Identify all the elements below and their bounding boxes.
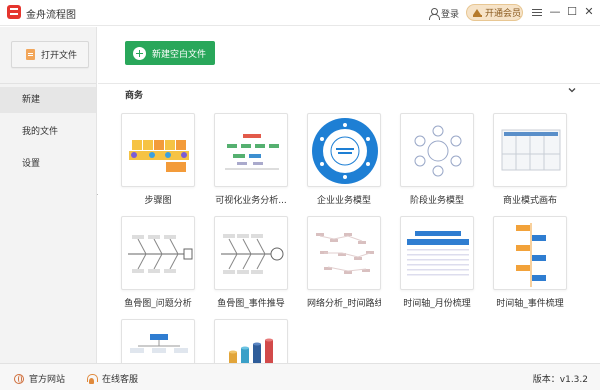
template-label: 步骤图 <box>144 196 172 206</box>
template-card[interactable]: 步骤图 <box>121 113 195 206</box>
main-content: 新建空白文件 商务 步骤图 可视化业务分析... 企业业务模型 阶段业务模型 商… <box>98 27 600 390</box>
online-service-label: 在线客服 <box>102 375 139 385</box>
sidebar-item-my-files[interactable]: 我的文件 <box>0 119 96 145</box>
vip-label: 开通会员 <box>485 9 522 19</box>
maximize-button[interactable]: ☐ <box>565 5 579 19</box>
business-analysis-thumbnail <box>214 113 288 187</box>
template-label: 企业业务模型 <box>316 196 371 206</box>
footer-bar: 官方网站 在线客服 版本：v1.3.2 <box>0 363 600 390</box>
sidebar-divider <box>0 83 96 84</box>
template-label: 商业模式画布 <box>502 196 557 206</box>
minimize-button[interactable]: — <box>548 5 562 19</box>
app-logo-icon <box>7 5 21 19</box>
step-chart-thumbnail <box>121 113 195 187</box>
user-icon <box>428 7 440 20</box>
globe-icon <box>14 373 24 384</box>
online-service-link[interactable]: 在线客服 <box>86 372 138 385</box>
fishbone-thumbnail <box>214 216 288 290</box>
template-card[interactable]: 阶段业务模型 <box>400 113 474 206</box>
sidebar-item-settings[interactable]: 设置 <box>0 151 96 177</box>
network-thumbnail <box>307 216 381 290</box>
section-title: 商务 <box>125 91 144 101</box>
template-card[interactable]: 时间轴_月份梳理 <box>400 216 474 309</box>
template-card[interactable]: 可视化业务分析... <box>214 113 288 206</box>
fishbone-thumbnail <box>121 216 195 290</box>
template-label: 网络分析_时间路线 <box>307 299 381 309</box>
app-title: 金舟流程图 <box>26 10 76 21</box>
timeline-event-thumbnail <box>493 216 567 290</box>
template-label: 时间轴_事件梳理 <box>496 299 564 309</box>
login-label: 登录 <box>441 9 460 20</box>
title-bar: 金舟流程图 登录 开通会员 — ☐ ✕ <box>0 0 600 26</box>
open-file-label: 打开文件 <box>41 51 78 61</box>
template-label: 阶段业务模型 <box>409 196 464 206</box>
template-card[interactable]: 鱼骨图_问题分析 <box>121 216 195 309</box>
circular-model-thumbnail <box>307 113 381 187</box>
close-button[interactable]: ✕ <box>582 5 596 19</box>
canvas-thumbnail <box>493 113 567 187</box>
menu-icon[interactable] <box>530 5 544 19</box>
template-label: 时间轴_月份梳理 <box>403 299 471 309</box>
stage-model-thumbnail <box>400 113 474 187</box>
file-icon <box>26 49 35 60</box>
template-card[interactable]: 鱼骨图_事件推导 <box>214 216 288 309</box>
vip-button[interactable]: 开通会员 <box>466 4 523 21</box>
timeline-month-thumbnail <box>400 216 474 290</box>
login-button[interactable]: 登录 <box>428 6 459 20</box>
sidebar-item-new[interactable]: 新建 <box>0 87 96 113</box>
headset-icon <box>86 373 98 384</box>
plus-icon <box>133 46 146 60</box>
sidebar: 打开文件 新建 我的文件 设置 <box>0 27 97 363</box>
version-text: 版本：v1.3.2 <box>532 375 588 385</box>
crown-icon <box>473 8 482 17</box>
template-card[interactable]: 商业模式画布 <box>493 113 567 206</box>
new-blank-file-label: 新建空白文件 <box>152 49 207 60</box>
official-website-link[interactable]: 官方网站 <box>14 372 65 385</box>
open-file-button[interactable]: 打开文件 <box>11 41 89 68</box>
template-card[interactable]: 企业业务模型 <box>307 113 381 206</box>
template-label: 可视化业务分析... <box>215 196 287 206</box>
template-label: 鱼骨图_问题分析 <box>124 299 192 309</box>
official-website-label: 官方网站 <box>29 375 66 385</box>
template-card[interactable]: 网络分析_时间路线 <box>307 216 381 309</box>
chevron-down-icon[interactable] <box>567 85 577 95</box>
template-label: 鱼骨图_事件推导 <box>217 299 285 309</box>
new-blank-file-button[interactable]: 新建空白文件 <box>125 41 215 65</box>
main-divider <box>98 83 600 84</box>
template-card[interactable]: 时间轴_事件梳理 <box>493 216 567 309</box>
